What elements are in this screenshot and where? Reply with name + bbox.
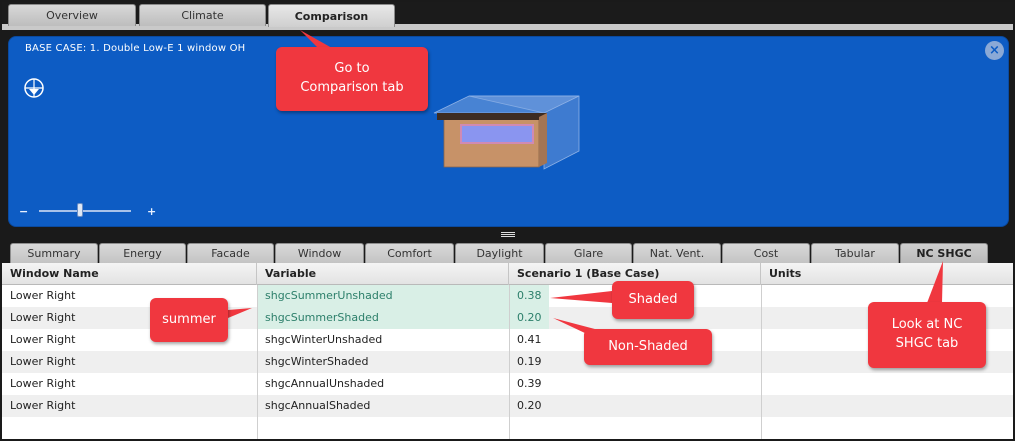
cell-variable: shgcWinterShaded [265, 355, 369, 368]
tab-cost[interactable]: Cost [722, 243, 810, 263]
cell-window-name: Lower Right [10, 355, 76, 368]
zoom-slider-track[interactable] [39, 210, 131, 212]
tab-daylight[interactable]: Daylight [455, 243, 544, 263]
tab-comparison[interactable]: Comparison [268, 4, 395, 27]
table-row[interactable]: Lower Right shgcAnnualShaded 0.20 [2, 395, 1013, 417]
close-icon[interactable]: × [985, 41, 1004, 60]
cell-value: 0.20 [517, 399, 542, 412]
zoom-in-icon[interactable]: + [147, 205, 156, 218]
app-window: Overview Climate Comparison BASE CASE: 1… [0, 0, 1015, 441]
cell-variable: shgcWinterUnshaded [265, 333, 383, 346]
tab-nc-shgc[interactable]: NC SHGC [900, 243, 988, 263]
cell-value: 0.20 [509, 307, 549, 329]
zoom-out-icon[interactable]: − [19, 205, 28, 218]
cell-variable: shgcSummerShaded [257, 307, 509, 329]
callout-shaded: Shaded [612, 281, 694, 319]
column-divider [509, 285, 510, 439]
cell-window-name: Lower Right [10, 399, 76, 412]
3d-viewer[interactable]: BASE CASE: 1. Double Low-E 1 window OH ×… [8, 36, 1009, 227]
cell-value: 0.39 [517, 377, 542, 390]
tab-energy[interactable]: Energy [99, 243, 186, 263]
tab-summary[interactable]: Summary [10, 243, 98, 263]
tab-overview[interactable]: Overview [8, 4, 136, 26]
callout-non-shaded: Non-Shaded [584, 329, 712, 365]
splitter-grip-icon[interactable] [501, 232, 515, 237]
tab-facade[interactable]: Facade [187, 243, 274, 263]
tab-glare[interactable]: Glare [545, 243, 632, 263]
results-table: Window Name Variable Scenario 1 (Base Ca… [2, 263, 1013, 439]
cell-variable: shgcSummerUnshaded [257, 285, 509, 307]
tab-tabular[interactable]: Tabular [811, 243, 899, 263]
cell-value: 0.38 [509, 285, 549, 307]
zoom-slider-thumb[interactable] [77, 203, 83, 217]
callout-go-to-comparison: Go to Comparison tab [276, 47, 428, 111]
callout-summer: summer [150, 298, 228, 342]
cell-variable: shgcAnnualUnshaded [265, 377, 385, 390]
building-model [433, 95, 580, 170]
cell-units [761, 395, 1013, 417]
compass-icon[interactable] [23, 77, 45, 99]
column-header-units[interactable]: Units [761, 263, 1013, 285]
column-divider [761, 285, 762, 439]
table-row[interactable]: Lower Right shgcAnnualUnshaded 0.39 [2, 373, 1013, 395]
tab-comfort[interactable]: Comfort [365, 243, 454, 263]
tab-window[interactable]: Window [275, 243, 364, 263]
table-row[interactable]: Lower Right shgcWinterShaded 0.19 [2, 351, 1013, 373]
column-header-variable[interactable]: Variable [257, 263, 509, 285]
tab-climate[interactable]: Climate [139, 4, 266, 26]
callout-nc-shgc: Look at NC SHGC tab [868, 302, 986, 368]
cell-variable: shgcAnnualShaded [265, 399, 371, 412]
cell-units [761, 373, 1013, 395]
column-divider [257, 285, 258, 439]
base-case-title: BASE CASE: 1. Double Low-E 1 window OH [25, 43, 246, 54]
cell-window-name: Lower Right [10, 377, 76, 390]
column-header-window-name[interactable]: Window Name [2, 263, 257, 285]
tab-nat-vent[interactable]: Nat. Vent. [633, 243, 721, 263]
table-header: Window Name Variable Scenario 1 (Base Ca… [2, 263, 1013, 285]
